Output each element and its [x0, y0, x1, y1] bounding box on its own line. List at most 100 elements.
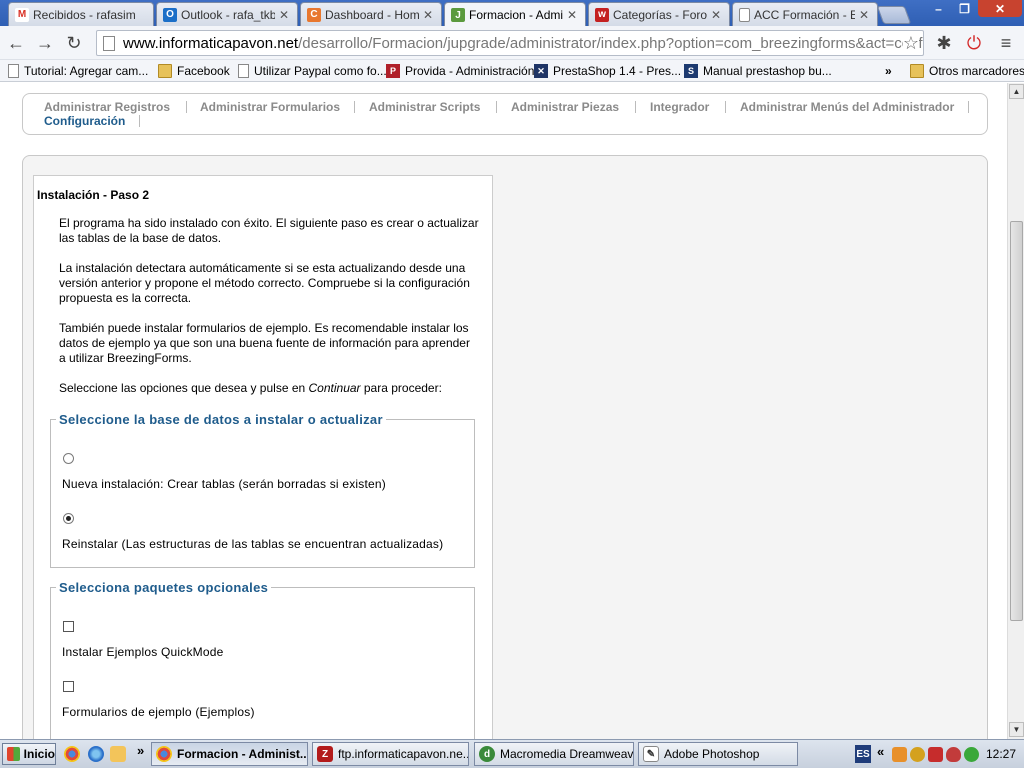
other-bookmarks[interactable]: Otros marcadores [910, 62, 1024, 80]
tools-tray-icon[interactable] [928, 747, 943, 762]
new-tab-button[interactable] [876, 6, 912, 24]
taskbar-button-filezilla[interactable]: Z ftp.informaticapavon.ne... [312, 742, 469, 766]
taskbar-button-label: ftp.informaticapavon.ne... [338, 747, 469, 761]
bookmark-item[interactable]: P Provida - Administración [386, 62, 534, 80]
tab-label: Outlook - rafa_tkb [181, 7, 275, 22]
close-icon[interactable]: ✕ [423, 8, 435, 22]
language-indicator[interactable]: ES [855, 745, 871, 763]
menu-separator [496, 101, 497, 113]
tab-formacion-admin[interactable]: J Formacion - Admin ✕ [444, 2, 586, 27]
tab-acc-formacion[interactable]: ACC Formación - E ✕ [732, 2, 878, 26]
forward-icon[interactable]: → [33, 31, 57, 55]
close-icon[interactable]: ✕ [711, 8, 723, 22]
prestashop-icon: ✕ [534, 64, 548, 78]
adblock-icon[interactable]: ⏻ [962, 31, 986, 55]
bookmark-item[interactable]: S Manual prestashop bu... [684, 62, 832, 80]
chrome-icon[interactable] [64, 746, 80, 762]
back-icon[interactable]: ← [4, 31, 28, 55]
bookmark-label: Tutorial: Agregar cam... [24, 64, 149, 78]
antivirus-tray-icon[interactable] [946, 747, 961, 762]
gmail-icon: M [15, 7, 29, 22]
system-clock[interactable]: 12:27 [986, 747, 1016, 761]
outlook-icon: O [163, 7, 177, 22]
checkbox-sample-forms[interactable] [63, 681, 74, 692]
folder-icon [910, 64, 924, 78]
tab-gmail[interactable]: M Recibidos - rafasim [8, 2, 154, 26]
menu-administrar-piezas[interactable]: Administrar Piezas [511, 100, 619, 114]
taskbar-button-photoshop[interactable]: ✎ Adobe Photoshop [638, 742, 798, 766]
joomla-icon: J [451, 8, 465, 22]
menu-administrar-scripts[interactable]: Administrar Scripts [369, 100, 480, 114]
url-path: /desarrollo/Formacion/jupgrade/administr… [298, 34, 924, 52]
extension-bug-icon[interactable]: ✱ [932, 31, 956, 55]
tab-dashboard[interactable]: C Dashboard - Home ✕ [300, 2, 442, 26]
menu-configuracion[interactable]: Configuración [44, 114, 125, 128]
close-icon[interactable]: ✕ [567, 8, 579, 22]
menu-administrar-menus[interactable]: Administrar Menús del Administrador [740, 100, 954, 114]
close-window-icon[interactable]: ✕ [978, 0, 1022, 17]
taskbar-button-dreamweaver[interactable]: d Macromedia Dreamweav... [474, 742, 634, 766]
reload-icon[interactable]: ↻ [62, 31, 86, 55]
scroll-thumb[interactable] [1010, 221, 1023, 621]
minimize-icon[interactable]: – [926, 0, 951, 17]
bookmark-item[interactable]: Facebook [158, 62, 230, 80]
tab-label: Formacion - Admin [469, 8, 563, 22]
checkbox-quickmode-label: Instalar Ejemplos QuickMode [62, 645, 224, 659]
quicklaunch-overflow[interactable]: » [137, 743, 144, 758]
checkbox-quickmode[interactable] [63, 621, 74, 632]
radio-new-install-label: Nueva instalación: Crear tablas (serán b… [62, 477, 386, 491]
bookmark-label: PrestaShop 1.4 - Pres... [553, 64, 682, 78]
start-button[interactable]: Inicio [2, 743, 56, 765]
restore-icon[interactable]: ❐ [952, 0, 977, 17]
scroll-down-icon[interactable]: ▼ [1009, 722, 1024, 737]
dashboard-icon: C [307, 7, 321, 22]
close-icon[interactable]: ✕ [859, 8, 871, 22]
bookmark-label: Provida - Administración [405, 64, 535, 78]
tray-expand-icon[interactable]: « [877, 744, 884, 759]
menu-separator [139, 115, 140, 127]
radio-new-install[interactable] [63, 453, 74, 464]
instructions-emphasis: Continuar [308, 381, 361, 395]
bookmark-item[interactable]: Utilizar Paypal como fo... [238, 62, 387, 80]
address-bar[interactable]: www.informaticapavon.net/desarrollo/Form… [96, 30, 924, 56]
taskbar-button-label: Adobe Photoshop [664, 747, 760, 761]
bookmark-label: Facebook [177, 64, 230, 78]
admin-menu: Administrar Registros Administrar Formul… [22, 93, 988, 135]
page-icon [8, 64, 19, 78]
menu-separator [725, 101, 726, 113]
taskbar-button-label: Macromedia Dreamweav... [500, 747, 634, 761]
tab-label: Recibidos - rafasim [33, 7, 136, 22]
menu-wrench-icon[interactable]: ≡ [994, 31, 1018, 55]
chrome-icon [156, 746, 172, 762]
filezilla-tray-icon[interactable] [892, 747, 907, 762]
vertical-scrollbar[interactable]: ▲ ▼ [1007, 83, 1024, 739]
packages-fieldset: Selecciona paquetes opcionales Instalar … [50, 580, 475, 739]
messenger-icon[interactable] [110, 746, 126, 762]
taskbar-button-chrome[interactable]: Formacion - Administ... [151, 742, 308, 766]
menu-integrador[interactable]: Integrador [650, 100, 709, 114]
bug-tray-icon[interactable] [910, 747, 925, 762]
radio-reinstall[interactable] [63, 513, 74, 524]
windows-taskbar: Inicio » Formacion - Administ... Z ftp.i… [0, 739, 1024, 768]
close-icon[interactable]: ✕ [279, 8, 291, 22]
forum-icon: w [595, 7, 609, 22]
taskbar-button-label: Formacion - Administ... [177, 747, 308, 761]
internet-explorer-icon[interactable] [88, 746, 104, 762]
security-tray-icon[interactable] [964, 747, 979, 762]
bookmark-item[interactable]: ✕ PrestaShop 1.4 - Pres... [534, 62, 681, 80]
bookmark-item[interactable]: Tutorial: Agregar cam... [8, 62, 148, 80]
page-info-icon[interactable] [103, 35, 115, 51]
instructions-text: Seleccione las opciones que desea y puls… [59, 381, 309, 395]
menu-administrar-registros[interactable]: Administrar Registros [44, 100, 170, 114]
bookmark-star-icon[interactable]: ☆ [902, 33, 919, 54]
scroll-up-icon[interactable]: ▲ [1009, 84, 1024, 99]
samples-paragraph: También puede instalar formularios de ej… [59, 321, 470, 365]
menu-administrar-formularios[interactable]: Administrar Formularios [200, 100, 340, 114]
radio-reinstall-label: Reinstalar (Las estructuras de las tabla… [62, 537, 444, 551]
intro-paragraph: El programa ha sido instalado con éxito.… [59, 216, 479, 245]
menu-separator [186, 101, 187, 113]
tab-categorias-foro[interactable]: w Categorías - Foro ✕ [588, 2, 730, 26]
menu-separator [635, 101, 636, 113]
bookmarks-overflow-button[interactable]: » [885, 62, 892, 80]
tab-outlook[interactable]: O Outlook - rafa_tkb ✕ [156, 2, 298, 26]
